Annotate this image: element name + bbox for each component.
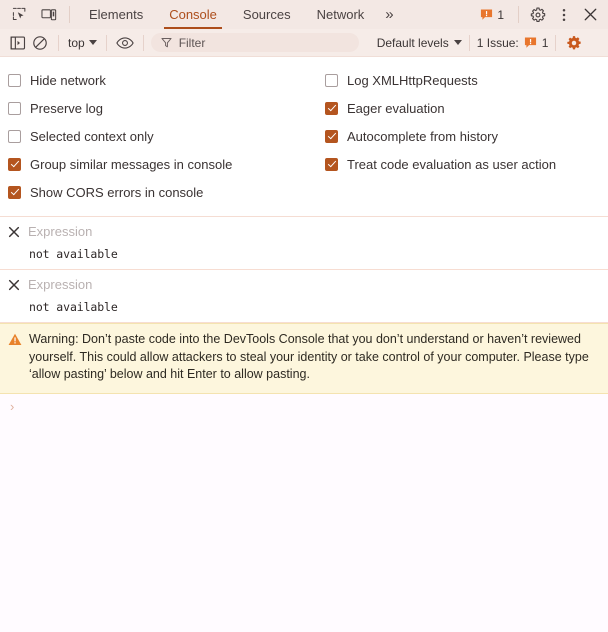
setting-label: Log XMLHttpRequests xyxy=(347,72,478,88)
tab-elements-label: Elements xyxy=(89,7,144,22)
live-expression-value: not available xyxy=(29,247,118,261)
toolbar-divider-5 xyxy=(555,34,557,51)
live-expression-value: not available xyxy=(29,300,118,314)
log-levels-label: Default levels xyxy=(376,35,449,50)
devtools-window: Elements Console Sources Network » 1 top… xyxy=(0,0,608,632)
checkbox-log-xmlhttprequests[interactable] xyxy=(325,73,338,87)
live-expression-placeholder[interactable]: Expression xyxy=(28,224,92,239)
setting-label: Treat code evaluation as user action xyxy=(347,156,557,172)
console-message-area xyxy=(0,417,608,632)
setting-label: Eager evaluation xyxy=(347,100,445,116)
setting-label: Group similar messages in console xyxy=(30,156,233,172)
device-toolbar-icon[interactable] xyxy=(37,3,61,27)
close-x-icon[interactable] xyxy=(7,278,20,291)
inspect-element-icon[interactable] xyxy=(7,3,31,27)
live-expression-header: Expression xyxy=(0,222,608,241)
setting-eager-evaluation[interactable]: Eager evaluation xyxy=(325,94,608,122)
setting-autocomplete-from-history[interactable]: Autocomplete from history xyxy=(325,122,608,150)
context-selector-label: top xyxy=(68,35,85,50)
issue-warning-icon xyxy=(524,37,536,48)
tab-sources-label: Sources xyxy=(242,7,291,22)
toolbar-divider-3 xyxy=(142,34,144,51)
live-expression-header: Expression xyxy=(0,275,608,294)
filter-placeholder-text: Filter xyxy=(178,35,206,50)
tab-network-label: Network xyxy=(316,7,365,22)
chevron-down-icon xyxy=(88,40,97,45)
tab-elements[interactable]: Elements xyxy=(76,0,156,29)
issue-warning-icon xyxy=(481,9,493,20)
kebab-menu-icon[interactable] xyxy=(552,3,576,27)
create-live-expression-icon[interactable] xyxy=(114,32,136,54)
issues-counter-label: 1 Issue: xyxy=(476,35,519,50)
prompt-chevron-icon: › xyxy=(10,399,15,414)
setting-label: Preserve log xyxy=(30,100,103,116)
settings-column-left: Hide network Preserve log Selected conte… xyxy=(0,66,320,206)
setting-label: Show CORS errors in console xyxy=(30,184,204,200)
issues-counter[interactable]: 1 Issue: 1 xyxy=(477,36,549,50)
live-expression-row: Expression not available xyxy=(0,270,608,323)
live-expression-placeholder[interactable]: Expression xyxy=(28,277,92,292)
warning-triangle-icon xyxy=(8,331,22,384)
paste-warning-text: Warning: Don’t paste code into the DevTo… xyxy=(29,332,589,381)
issues-counter-count: 1 xyxy=(541,35,549,50)
devtools-tabbar: Elements Console Sources Network » 1 xyxy=(0,0,608,29)
setting-label: Hide network xyxy=(30,72,106,88)
tabbar-right-divider xyxy=(518,6,519,23)
tabbar-right-controls: 1 xyxy=(476,0,608,29)
log-levels-dropdown[interactable]: Default levels xyxy=(377,36,462,50)
checkbox-eager-evaluation[interactable] xyxy=(325,101,338,115)
checkbox-group-similar-messages[interactable] xyxy=(8,157,21,171)
setting-hide-network[interactable]: Hide network xyxy=(8,66,320,94)
gear-icon[interactable] xyxy=(526,3,550,27)
checkbox-selected-context-only[interactable] xyxy=(8,129,21,143)
paste-warning-banner: Warning: Don’t paste code into the DevTo… xyxy=(0,323,608,394)
javascript-context-selector[interactable]: top xyxy=(66,36,99,50)
checkbox-show-cors-errors[interactable] xyxy=(8,185,21,199)
setting-label: Selected context only xyxy=(30,128,154,144)
settings-column-right: Log XMLHttpRequests Eager evaluation Aut… xyxy=(320,66,608,206)
setting-label: Autocomplete from history xyxy=(347,128,499,144)
setting-treat-code-evaluation-as-user-action[interactable]: Treat code evaluation as user action xyxy=(325,150,608,178)
issues-badge-count: 1 xyxy=(497,7,504,22)
setting-group-similar-messages[interactable]: Group similar messages in console xyxy=(8,150,320,178)
console-prompt[interactable]: › xyxy=(0,396,608,418)
checkbox-treat-code-evaluation-as-user-action[interactable] xyxy=(325,157,338,171)
chevron-down-icon xyxy=(453,40,462,45)
tab-console[interactable]: Console xyxy=(156,0,230,29)
close-x-icon[interactable] xyxy=(7,225,20,238)
more-tabs-chevron-icon[interactable]: » xyxy=(377,0,400,29)
console-filter-input[interactable]: Filter xyxy=(150,33,359,52)
live-expression-row: Expression not available xyxy=(0,217,608,270)
checkbox-hide-network[interactable] xyxy=(8,73,21,87)
filter-icon xyxy=(161,37,172,48)
tabbar-tool-icons xyxy=(0,0,61,29)
checkbox-autocomplete-from-history[interactable] xyxy=(325,129,338,143)
checkbox-preserve-log[interactable] xyxy=(8,101,21,115)
tabbar-divider xyxy=(69,6,70,23)
devtools-tab-list: Elements Console Sources Network » xyxy=(76,0,476,29)
setting-selected-context-only[interactable]: Selected context only xyxy=(8,122,320,150)
toolbar-divider-2 xyxy=(105,34,107,51)
tab-console-label: Console xyxy=(169,7,217,22)
issues-badge[interactable]: 1 xyxy=(476,8,511,22)
clear-console-icon[interactable] xyxy=(29,32,51,54)
show-console-sidebar-icon[interactable] xyxy=(7,32,29,54)
close-icon[interactable] xyxy=(578,3,602,27)
console-toolbar: top Filter Default levels 1 Issue: 1 xyxy=(0,29,608,57)
setting-preserve-log[interactable]: Preserve log xyxy=(8,94,320,122)
tab-network[interactable]: Network xyxy=(304,0,378,29)
setting-show-cors-errors[interactable]: Show CORS errors in console xyxy=(8,178,320,206)
console-settings-panel: Hide network Preserve log Selected conte… xyxy=(0,57,608,217)
setting-log-xmlhttprequests[interactable]: Log XMLHttpRequests xyxy=(325,66,608,94)
toolbar-divider-1 xyxy=(58,34,59,51)
console-settings-gear-icon[interactable] xyxy=(563,32,585,54)
tab-sources[interactable]: Sources xyxy=(230,0,304,29)
toolbar-divider-4 xyxy=(468,34,470,51)
